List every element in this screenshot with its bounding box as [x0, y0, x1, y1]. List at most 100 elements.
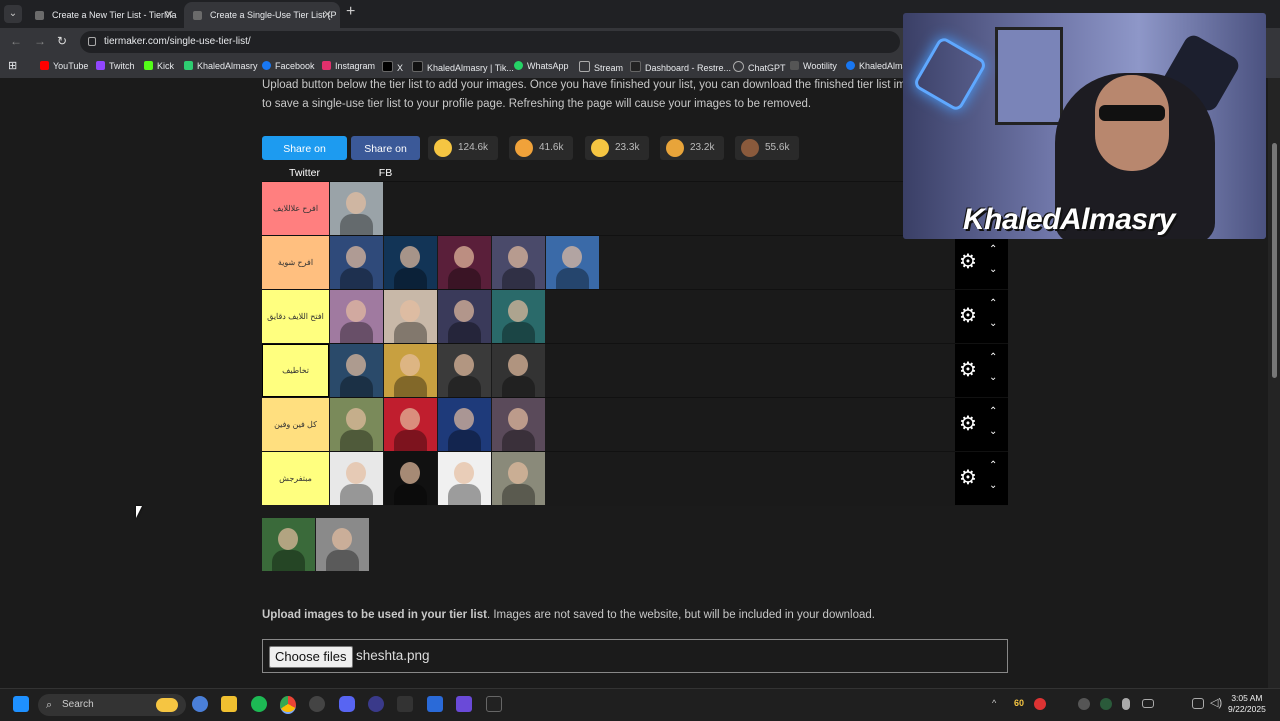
pool-image[interactable] — [262, 518, 315, 571]
tier-image[interactable] — [438, 452, 491, 505]
choose-files-button[interactable]: Choose files — [269, 646, 353, 668]
file-explorer-icon[interactable] — [221, 696, 237, 712]
tier-image[interactable] — [330, 236, 383, 289]
chevron-up-icon[interactable]: ^ — [992, 698, 996, 708]
tier-label[interactable]: افرح علاللايف — [262, 182, 329, 235]
bookmark-x[interactable]: X — [382, 61, 403, 73]
chevron-down-icon[interactable]: ⌄ — [989, 426, 997, 437]
keyboard-app-icon[interactable] — [397, 696, 413, 712]
tier-image[interactable] — [330, 398, 383, 451]
back-arrow-icon[interactable]: ← — [10, 34, 22, 48]
tier-image[interactable] — [492, 236, 545, 289]
store-icon[interactable] — [427, 696, 443, 712]
new-tab-plus-icon[interactable]: + — [346, 3, 355, 21]
gear-icon[interactable]: ⚙ — [959, 306, 977, 326]
close-icon[interactable]: ✕ — [165, 2, 174, 28]
chevron-up-icon[interactable]: ⌃ — [989, 298, 997, 309]
chevron-down-icon[interactable]: ⌄ — [989, 372, 997, 383]
taskbar-clock[interactable]: 3:05 AM 9/22/2025 — [1228, 693, 1266, 715]
tier-image[interactable] — [384, 236, 437, 289]
tier-image[interactable] — [546, 236, 599, 289]
reaction-raised-hands[interactable]: 23.2k — [660, 136, 724, 160]
scrollbar-thumb[interactable] — [1272, 143, 1277, 378]
obs-icon[interactable] — [309, 696, 325, 712]
tier-image[interactable] — [384, 452, 437, 505]
tier-image[interactable] — [492, 398, 545, 451]
tier-image[interactable] — [330, 182, 383, 235]
bookmark-stream[interactable]: Stream — [579, 61, 623, 73]
bookmark-kick[interactable]: Kick — [144, 61, 174, 71]
taskbar-search[interactable]: ⌕ Search — [38, 694, 186, 716]
pool-image[interactable] — [316, 518, 369, 571]
speaker-icon[interactable]: ◁) — [1210, 696, 1222, 709]
chrome-icon[interactable] — [280, 696, 296, 714]
gear-icon[interactable]: ⚙ — [959, 414, 977, 434]
tier-label[interactable]: كل فين وفين — [262, 398, 329, 451]
game-app-icon[interactable] — [456, 696, 472, 712]
tiermaker-app-icon[interactable] — [486, 696, 502, 712]
tab-create-new-tier-list[interactable]: Create a New Tier List - TierMa ✕ — [26, 2, 182, 28]
page-scrollbar[interactable] — [1268, 78, 1280, 688]
bookmark-youtube[interactable]: YouTube — [40, 61, 88, 71]
bookmark-khaledalmasry[interactable]: KhaledAlmasry — [184, 61, 258, 71]
gear-icon[interactable]: ⚙ — [959, 252, 977, 272]
reaction-heart-eyes[interactable]: 41.6k — [509, 136, 573, 160]
tier-label[interactable]: افرح شوية — [262, 236, 329, 289]
bookmark-facebook[interactable]: Facebook — [262, 61, 315, 71]
bookmark-twitch[interactable]: Twitch — [96, 61, 135, 71]
tier-image[interactable] — [330, 290, 383, 343]
tray-app-icon[interactable] — [1100, 698, 1112, 710]
bookmark-wootility[interactable]: Wootility — [790, 61, 837, 71]
close-icon[interactable]: ✕ — [323, 2, 332, 28]
microphone-icon[interactable] — [1122, 698, 1130, 710]
tier-image[interactable] — [492, 344, 545, 397]
gear-icon[interactable]: ⚙ — [959, 360, 977, 380]
tier-image[interactable] — [438, 290, 491, 343]
network-icon[interactable] — [1192, 698, 1204, 709]
tier-image[interactable] — [492, 290, 545, 343]
tier-label[interactable]: مبتفرجش — [262, 452, 329, 505]
share-on-twitter-button[interactable]: Share on Twitter — [262, 136, 347, 179]
bookmark-whatsapp[interactable]: WhatsApp — [514, 61, 569, 71]
tier-image[interactable] — [384, 344, 437, 397]
reload-icon[interactable]: ↻ — [57, 34, 67, 48]
tier-image[interactable] — [438, 398, 491, 451]
reaction-laughing[interactable]: 23.3k — [585, 136, 649, 160]
gear-icon[interactable]: ⚙ — [959, 468, 977, 488]
apps-grid-icon[interactable]: ⊞ — [8, 59, 17, 72]
share-on-fb-button[interactable]: Share on FB — [351, 136, 420, 179]
reaction-poop[interactable]: 55.6k — [735, 136, 799, 160]
tier-image[interactable] — [492, 452, 545, 505]
bookmark-tiktok[interactable]: KhaledAlmasry | Tik... — [412, 61, 514, 73]
url-field[interactable]: tiermaker.com/single-use-tier-list/ — [80, 31, 900, 53]
tab-search-button[interactable]: ⌄ — [4, 5, 22, 23]
fps-counter[interactable]: 60 — [1014, 698, 1024, 708]
chevron-down-icon[interactable]: ⌄ — [989, 480, 997, 491]
tab-single-use-tier-list[interactable]: Create a Single-Use Tier List (P ✕ — [184, 2, 340, 28]
reaction-grin[interactable]: 124.6k — [428, 136, 498, 160]
chevron-down-icon[interactable]: ⌄ — [989, 264, 997, 275]
tier-image[interactable] — [438, 236, 491, 289]
keyboard-icon[interactable] — [1142, 699, 1154, 708]
spotify-icon[interactable] — [251, 696, 267, 712]
bookmark-khaledalma[interactable]: KhaledAlma — [846, 61, 908, 71]
chevron-up-icon[interactable]: ⌃ — [989, 406, 997, 417]
app-icon[interactable] — [368, 696, 384, 712]
bookmark-restream-dashboard[interactable]: Dashboard - Restre... — [630, 61, 731, 73]
site-info-icon[interactable] — [88, 37, 96, 46]
chevron-up-icon[interactable]: ⌃ — [989, 352, 997, 363]
tier-image[interactable] — [384, 290, 437, 343]
record-icon[interactable] — [1034, 698, 1046, 710]
chevron-down-icon[interactable]: ⌄ — [989, 318, 997, 329]
tier-label[interactable]: تخاطيف — [262, 344, 329, 397]
bookmark-instagram[interactable]: Instagram — [322, 61, 375, 71]
tier-image[interactable] — [384, 398, 437, 451]
tier-label[interactable]: افتح اللايف دقايق — [262, 290, 329, 343]
forward-arrow-icon[interactable]: → — [34, 34, 46, 48]
bookmark-chatgpt[interactable]: ChatGPT — [733, 61, 786, 73]
tier-image[interactable] — [330, 452, 383, 505]
chevron-up-icon[interactable]: ⌃ — [989, 460, 997, 471]
chevron-up-icon[interactable]: ⌃ — [989, 244, 997, 255]
tier-image[interactable] — [330, 344, 383, 397]
tier-image[interactable] — [438, 344, 491, 397]
